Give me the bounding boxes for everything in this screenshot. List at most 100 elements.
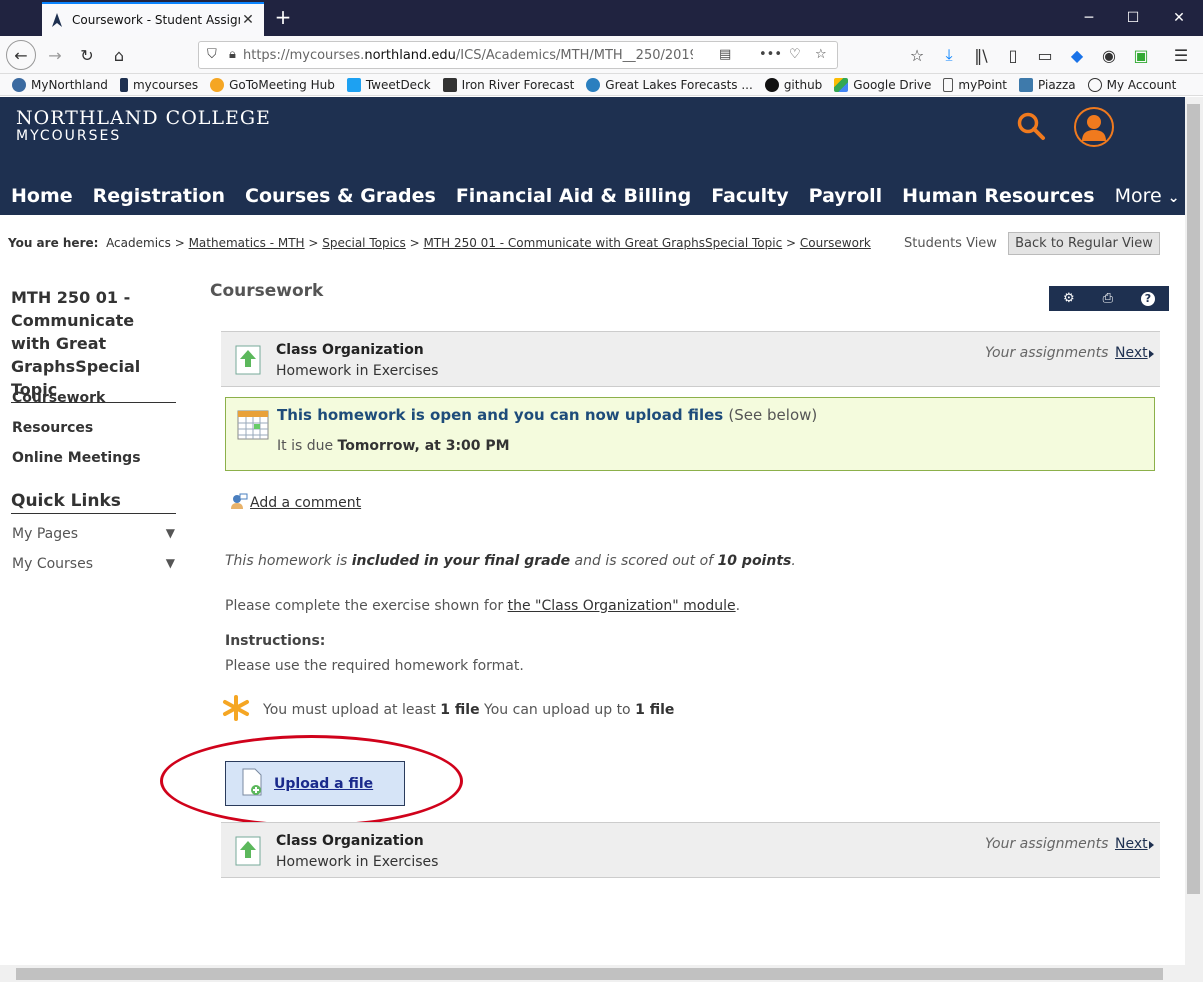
extension-page-icon[interactable]: ▭ [1030, 40, 1060, 70]
menu-icon[interactable]: ☰ [1166, 40, 1196, 70]
home-icon[interactable]: ⌂ [104, 40, 134, 70]
grade-text-2: and is scored out of [574, 553, 714, 569]
sidebar-item-resources[interactable]: Resources [12, 420, 93, 436]
nav-more[interactable]: More ⌄ [1115, 185, 1180, 207]
quick-links-heading: Quick Links [11, 491, 176, 514]
maximize-icon[interactable]: ☐ [1110, 0, 1156, 36]
account-icon[interactable]: ◉ [1094, 40, 1124, 70]
next-arrow-icon[interactable] [1149, 350, 1154, 358]
your-assignments-label: Your assignments [985, 836, 1109, 852]
bookmark-iron-river[interactable]: Iron River Forecast [442, 77, 575, 92]
bookmark-star-icon[interactable]: ☆ [815, 47, 827, 62]
bookmark-label: Great Lakes Forecasts ... [605, 77, 753, 92]
bookmark-mycourses[interactable]: mycourses [119, 77, 198, 92]
next-arrow-icon[interactable] [1149, 841, 1154, 849]
close-window-icon[interactable]: ✕ [1156, 0, 1202, 36]
nav-more-label: More [1114, 185, 1162, 207]
chevron-down-icon[interactable]: ▼ [166, 526, 175, 542]
gear-icon[interactable]: ⚙ [1063, 291, 1075, 306]
browser-tab[interactable]: Coursework - Student Assignm ✕ [42, 2, 264, 36]
extension-green-icon[interactable]: ▣ [1126, 40, 1156, 70]
horizontal-scroll-thumb[interactable] [16, 968, 1163, 980]
reader-view-icon[interactable]: ▤ [719, 47, 731, 62]
site-favicon-icon [50, 13, 64, 27]
logo-mycourses[interactable]: MYCOURSES [16, 128, 121, 144]
bookmark-github[interactable]: github [764, 77, 822, 92]
grade-included: included in your final grade [351, 553, 571, 569]
bookmark-google-drive[interactable]: Google Drive [834, 77, 931, 92]
bookmark-label: Iron River Forecast [461, 77, 575, 92]
pocket-icon[interactable]: ♡ [789, 47, 801, 62]
breadcrumb-mathematics[interactable]: Mathematics - MTH [189, 236, 305, 250]
user-avatar-icon[interactable] [1074, 107, 1114, 147]
url-bar[interactable]: ⛉ 🔒︎ https://mycourses.northland.edu/ICS… [198, 41, 838, 69]
module-link[interactable]: the "Class Organization" module [508, 598, 736, 614]
extension-cap-icon[interactable]: ◆ [1062, 40, 1092, 70]
globe-icon [1087, 77, 1102, 92]
breadcrumb-course[interactable]: MTH 250 01 - Communicate with Great Grap… [423, 236, 782, 250]
bookmark-mynorthland[interactable]: MyNorthland [12, 77, 108, 92]
minimize-icon[interactable]: ─ [1066, 0, 1112, 36]
help-icon[interactable]: ? [1140, 291, 1155, 306]
bookmark-great-lakes[interactable]: Great Lakes Forecasts ... [586, 77, 753, 92]
nav-financial-aid[interactable]: Financial Aid & Billing [456, 185, 691, 207]
logo-college-name[interactable]: NORTHLAND COLLEGE [16, 107, 271, 129]
print-icon[interactable]: ⎙ [1103, 291, 1113, 306]
vertical-scroll-thumb[interactable] [1187, 104, 1200, 894]
breadcrumb-coursework[interactable]: Coursework [800, 236, 871, 250]
bookmark-my-account[interactable]: My Account [1087, 77, 1176, 92]
sidebar-item-coursework[interactable]: Coursework [12, 390, 105, 406]
github-icon [764, 77, 779, 92]
add-comment-label[interactable]: Add a comment [250, 495, 361, 511]
nav-home[interactable]: Home [11, 185, 73, 207]
quick-link-my-courses[interactable]: My Courses ▼ [12, 556, 175, 572]
nav-faculty[interactable]: Faculty [711, 185, 788, 207]
sidebar-item-online-meetings[interactable]: Online Meetings [12, 450, 141, 466]
assignment-title: Class Organization [276, 833, 424, 849]
wordpress-icon [12, 77, 26, 92]
page-title: Coursework [210, 281, 324, 301]
forward-icon[interactable]: → [40, 40, 70, 70]
sidebar-course-title[interactable]: MTH 250 01 - Communicate with Great Grap… [11, 286, 176, 403]
req-max: 1 file [635, 702, 675, 718]
chevron-down-icon[interactable]: ▼ [166, 556, 175, 572]
quick-link-label: My Pages [12, 526, 79, 542]
download-icon[interactable]: ⤓ [934, 40, 964, 70]
bookmark-tweetdeck[interactable]: TweetDeck [346, 77, 431, 92]
page-actions-icon[interactable]: ••• [759, 47, 782, 62]
quick-link-my-pages[interactable]: My Pages ▼ [12, 526, 175, 542]
next-assignment-link[interactable]: Next [1115, 836, 1148, 852]
back-icon[interactable]: ← [6, 40, 36, 70]
grade-text-1: This homework is [225, 553, 348, 569]
breadcrumb-special-topics[interactable]: Special Topics [322, 236, 405, 250]
nav-human-resources[interactable]: Human Resources [902, 185, 1094, 207]
req-text-1: You must upload at least [263, 702, 436, 718]
nav-registration[interactable]: Registration [93, 185, 225, 207]
bookmark-piazza[interactable]: Piazza [1019, 77, 1076, 92]
tab-close-icon[interactable]: ✕ [240, 12, 256, 28]
add-comment-link[interactable]: Add a comment [230, 493, 361, 513]
next-assignment-link[interactable]: Next [1115, 345, 1148, 361]
nav-payroll[interactable]: Payroll [809, 185, 883, 207]
assignment-subtitle: Homework in Exercises [276, 363, 439, 379]
reload-icon[interactable]: ↻ [72, 40, 102, 70]
assignment-header-bottom: Class Organization Homework in Exercises… [221, 822, 1160, 878]
nav-courses-grades[interactable]: Courses & Grades [245, 185, 436, 207]
tracking-shield-icon[interactable]: ⛉ [207, 47, 217, 62]
your-assignments-label: Your assignments [985, 345, 1109, 361]
bookmarks-bar: MyNorthland mycourses GoToMeeting Hub Tw… [0, 74, 1203, 96]
library-icon[interactable]: ‖\ [966, 40, 996, 70]
sidebar-icon[interactable]: ▯ [998, 40, 1028, 70]
new-tab-icon[interactable]: + [272, 6, 294, 28]
lock-icon[interactable]: 🔒︎ [229, 47, 236, 62]
bookmark-mypoint[interactable]: myPoint [943, 77, 1007, 92]
bookmarks-toolbar-icon[interactable]: ☆ [902, 40, 932, 70]
req-text-2: You can upload up to [484, 702, 631, 718]
page-toolbox: ⚙ ⎙ ? [1049, 286, 1169, 311]
back-to-regular-view-button[interactable]: Back to Regular View [1008, 232, 1160, 255]
calendar-icon [237, 408, 269, 440]
search-icon[interactable] [1016, 111, 1046, 141]
bookmark-gotomeeting[interactable]: GoToMeeting Hub [210, 77, 335, 92]
breadcrumb: You are here: Academics > Mathematics - … [8, 236, 871, 250]
browser-nav-bar: ← → ↻ ⌂ ⛉ 🔒︎ https://mycourses.northland… [0, 36, 1203, 74]
